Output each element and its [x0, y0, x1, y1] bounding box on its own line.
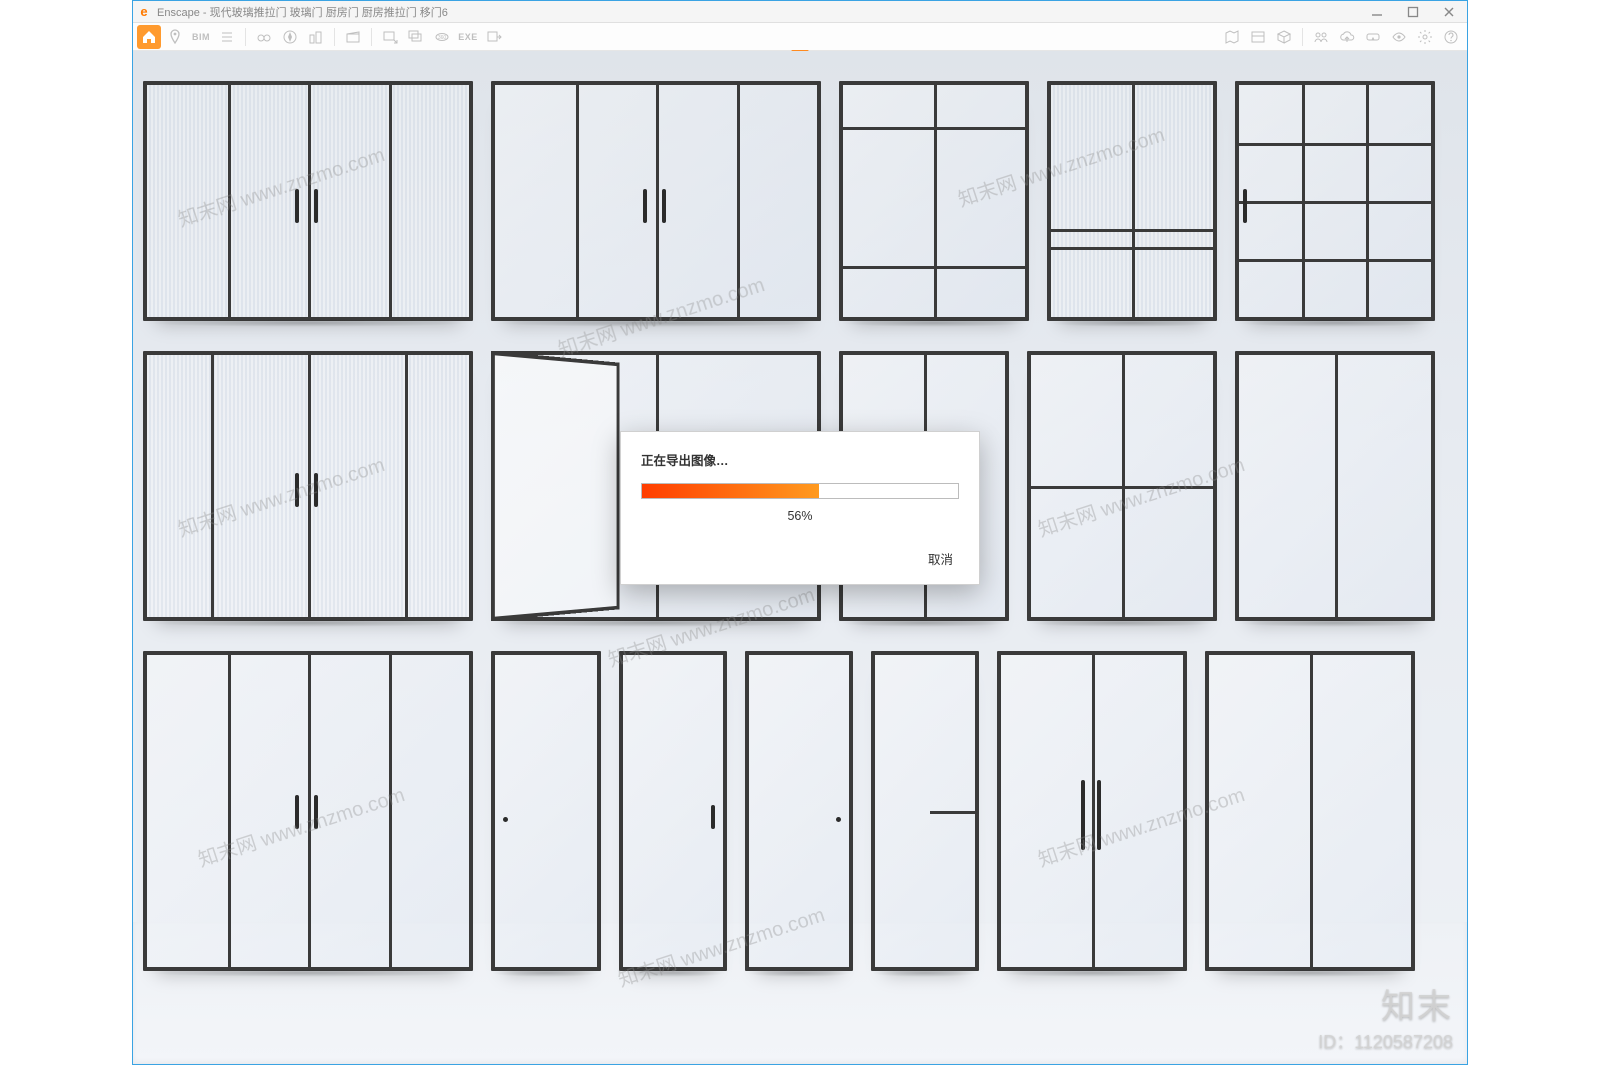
progress-fill [642, 484, 819, 498]
door-model [491, 81, 821, 321]
map-mode-button[interactable] [304, 25, 328, 49]
enscape-logo-icon: e [133, 1, 155, 23]
close-button[interactable] [1431, 1, 1467, 23]
walk-mode-button[interactable] [252, 25, 276, 49]
close-icon [1441, 4, 1457, 20]
gear-icon [1417, 29, 1433, 45]
video-button[interactable] [341, 25, 365, 49]
toolbar-separator [245, 28, 246, 46]
door-model [619, 651, 727, 971]
toolbar-separator [371, 28, 372, 46]
door-model [1235, 81, 1435, 321]
map-icon [1224, 29, 1240, 45]
svg-text:360: 360 [438, 35, 447, 41]
home-icon [141, 29, 157, 45]
list-icon [219, 29, 235, 45]
door-model [871, 651, 979, 971]
settings-button[interactable] [1413, 25, 1437, 49]
door-model [839, 81, 1029, 321]
bim-button[interactable]: BIM [189, 25, 213, 49]
compass-icon [282, 29, 298, 45]
clapper-icon [345, 29, 361, 45]
door-model [1205, 651, 1415, 971]
screenshot-button[interactable] [378, 25, 402, 49]
door-model [997, 651, 1187, 971]
library-icon [1250, 29, 1266, 45]
watermark-id: ID：1120587208 [1318, 1028, 1453, 1054]
door-model [491, 651, 601, 971]
app-window: e Enscape - 现代玻璃推拉门 玻璃门 厨房门 厨房推拉门 移门6 BI… [132, 0, 1468, 1065]
minimize-button[interactable] [1359, 1, 1395, 23]
help-icon [1443, 29, 1459, 45]
panorama-button[interactable]: 360 [430, 25, 454, 49]
door-model [1047, 81, 1217, 321]
asset-library-button[interactable] [1246, 25, 1270, 49]
image-batch-icon [408, 29, 424, 45]
maximize-button[interactable] [1395, 1, 1431, 23]
progress-bar [641, 483, 959, 499]
batch-screenshot-button[interactable] [404, 25, 428, 49]
door-model [143, 81, 473, 321]
door-model [143, 351, 473, 621]
exe-label: EXE [458, 32, 478, 42]
help-button[interactable] [1439, 25, 1463, 49]
people-icon [1313, 29, 1329, 45]
door-model [1235, 351, 1435, 621]
door-model [1027, 351, 1217, 621]
pano-icon: 360 [434, 29, 450, 45]
toolbar-separator [334, 28, 335, 46]
maximize-icon [1405, 4, 1421, 20]
export-arrow-icon [486, 29, 502, 45]
image-export-icon [382, 29, 398, 45]
window-title: Enscape - 现代玻璃推拉门 玻璃门 厨房门 厨房推拉门 移门6 [155, 4, 448, 20]
home-button[interactable] [137, 25, 161, 49]
collab-button[interactable] [1309, 25, 1333, 49]
visibility-button[interactable] [1387, 25, 1411, 49]
vr-headset-icon [1365, 29, 1381, 45]
pin-icon [167, 29, 183, 45]
dialog-title: 正在导出图像… [641, 450, 959, 469]
location-button[interactable] [163, 25, 187, 49]
views-list-button[interactable] [215, 25, 239, 49]
titlebar: e Enscape - 现代玻璃推拉门 玻璃门 厨房门 厨房推拉门 移门6 [133, 1, 1467, 23]
door-model [143, 651, 473, 971]
toolbar-separator [1302, 28, 1303, 46]
minimap-button[interactable] [1220, 25, 1244, 49]
eye-icon [1391, 29, 1407, 45]
render-viewport[interactable]: 知末网 www.znzmo.com 知末网 www.znzmo.com 知末网 … [133, 51, 1467, 1064]
watermark-brand: 知末 [1318, 979, 1453, 1028]
materials-button[interactable] [1272, 25, 1296, 49]
vr-button[interactable] [1361, 25, 1385, 49]
door-model [745, 651, 853, 971]
binoculars-icon [256, 29, 272, 45]
cube-icon [1276, 29, 1292, 45]
export-progress-dialog: 正在导出图像… 56% 取消 [620, 431, 980, 585]
bim-label: BIM [192, 32, 210, 42]
upload-button[interactable] [1335, 25, 1359, 49]
cancel-button[interactable]: 取消 [922, 545, 959, 572]
minimize-icon [1369, 4, 1385, 20]
progress-percent: 56% [641, 509, 959, 523]
cloud-upload-icon [1339, 29, 1355, 45]
web-export-button[interactable] [482, 25, 506, 49]
buildings-icon [308, 29, 324, 45]
exe-export-button[interactable]: EXE [456, 25, 480, 49]
toolbar: BIM [133, 23, 1467, 51]
watermark-corner: 知末 ID：1120587208 [1318, 979, 1453, 1054]
orbit-mode-button[interactable] [278, 25, 302, 49]
